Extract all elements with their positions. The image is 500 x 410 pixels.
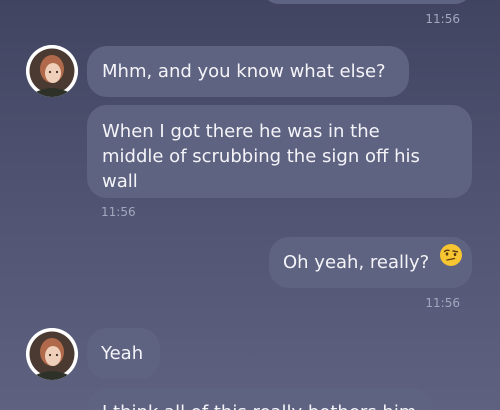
message-bubble-outgoing[interactable]: [262, 0, 472, 4]
message-text: I think all of this really bothers him: [102, 402, 416, 410]
message-bubble-outgoing[interactable]: Oh yeah, really?: [269, 237, 472, 288]
raised-eyebrow-emoji-icon: [439, 236, 463, 287]
contact-avatar[interactable]: [26, 45, 78, 97]
contact-avatar[interactable]: [26, 328, 78, 380]
avatar-image: [26, 328, 78, 380]
message-text-line: When I got there he was in the: [102, 121, 380, 142]
message-bubble-incoming[interactable]: I think all of this really bothers him: [87, 388, 432, 410]
message-bubble-incoming[interactable]: When I got there he was in the middle of…: [87, 105, 472, 198]
message-text: Oh yeah, really?: [283, 252, 430, 273]
message-timestamp: 11:56: [101, 205, 136, 219]
message-text: Mhm, and you know what else?: [102, 61, 386, 82]
message-text-line: wall: [102, 171, 138, 192]
avatar-image: [26, 45, 78, 97]
message-timestamp: 11:56: [425, 296, 460, 310]
message-bubble-incoming[interactable]: Mhm, and you know what else?: [87, 46, 409, 97]
message-text-line: middle of scrubbing the sign off his: [102, 146, 420, 167]
chat-thread: 11:56 Mhm, and you know what else? When …: [0, 0, 500, 410]
message-bubble-incoming[interactable]: Yeah: [87, 328, 160, 379]
message-text: Yeah: [101, 343, 144, 364]
message-timestamp: 11:56: [425, 12, 460, 26]
